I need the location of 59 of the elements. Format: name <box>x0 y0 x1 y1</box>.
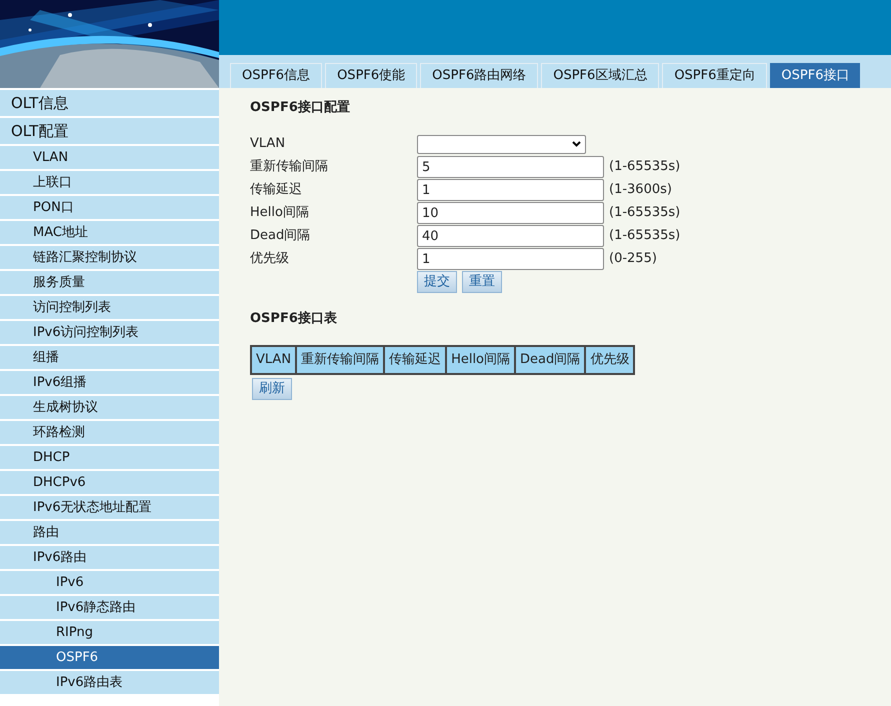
range-hint: (1-65535s) <box>609 204 680 222</box>
sidebar-item[interactable]: DHCPv6 <box>0 471 219 494</box>
sidebar-item[interactable]: IPv6组播 <box>0 371 219 394</box>
column-header: VLAN <box>251 346 296 374</box>
sidebar-item[interactable]: 组播 <box>0 346 219 369</box>
tab[interactable]: OSPF6接口 <box>770 63 860 88</box>
tab[interactable]: OSPF6路由网络 <box>420 63 538 88</box>
input-field[interactable]: 1 <box>417 248 604 270</box>
sidebar-item[interactable]: 环路检测 <box>0 421 219 444</box>
sidebar-item[interactable]: DHCP <box>0 446 219 469</box>
sidebar-item[interactable]: IPv6静态路由 <box>0 596 219 619</box>
input-field[interactable]: 1 <box>417 179 604 201</box>
field-label: VLAN <box>250 135 286 154</box>
section-title: OSPF6接口配置 <box>250 98 351 117</box>
sidebar-item[interactable]: IPv6路由表 <box>0 671 219 694</box>
field-label: 优先级 <box>250 250 290 268</box>
sidebar-item[interactable]: 链路汇聚控制协议 <box>0 246 219 269</box>
range-hint: (1-3600s) <box>609 181 672 200</box>
range-hint: (1-65535s) <box>609 227 680 246</box>
sidebar-item[interactable]: IPv6路由 <box>0 546 219 569</box>
sidebar-item[interactable]: VLAN <box>0 146 219 169</box>
column-header: Hello间隔 <box>446 346 516 374</box>
field-label: Hello间隔 <box>250 204 310 222</box>
column-header: 优先级 <box>585 346 634 374</box>
refresh-button[interactable]: 刷新 <box>252 378 292 400</box>
submit-button[interactable]: 提交 <box>417 271 457 293</box>
sidebar-item[interactable]: RIPng <box>0 621 219 644</box>
field-label: 传输延迟 <box>250 181 303 200</box>
reset-button[interactable]: 重置 <box>462 271 502 293</box>
sidebar-item[interactable]: MAC地址 <box>0 221 219 244</box>
column-header: 传输延迟 <box>384 346 446 374</box>
column-header: Dead间隔 <box>515 346 586 374</box>
sidebar-item[interactable]: 上联口 <box>0 171 219 194</box>
sidebar-item[interactable]: PON口 <box>0 196 219 219</box>
sidebar-item[interactable]: 服务质量 <box>0 271 219 294</box>
tab[interactable]: OSPF6信息 <box>230 63 322 88</box>
chevron-icon <box>572 141 581 147</box>
column-header: 重新传输间隔 <box>296 346 384 374</box>
range-hint: (1-65535s) <box>609 158 680 176</box>
sidebar-item[interactable]: IPv6无状态地址配置 <box>0 496 219 519</box>
sidebar-item[interactable]: 路由 <box>0 521 219 544</box>
range-hint: (0-255) <box>609 250 657 268</box>
tab[interactable]: OSPF6重定向 <box>662 63 768 88</box>
sidebar-item[interactable]: 访问控制列表 <box>0 296 219 319</box>
sidebar-item[interactable]: 生成树协议 <box>0 396 219 419</box>
sidebar-item[interactable]: IPv6访问控制列表 <box>0 321 219 344</box>
dropdown[interactable] <box>417 134 586 154</box>
section-title: OSPF6接口表 <box>250 310 338 328</box>
input-field[interactable]: 10 <box>417 202 604 224</box>
sidebar-item[interactable]: IPv6 <box>0 571 219 594</box>
sidebar-item[interactable]: OLT配置 <box>0 118 219 144</box>
field-label: 重新传输间隔 <box>250 158 329 176</box>
input-field[interactable]: 40 <box>417 225 604 247</box>
field-label: Dead间隔 <box>250 227 312 246</box>
input-field[interactable]: 5 <box>417 156 604 178</box>
tab[interactable]: OSPF6使能 <box>325 63 418 88</box>
sidebar-item[interactable]: OLT信息 <box>0 90 219 116</box>
sidebar-item[interactable]: OSPF6 <box>0 646 219 669</box>
tab[interactable]: OSPF6区域汇总 <box>541 63 660 88</box>
